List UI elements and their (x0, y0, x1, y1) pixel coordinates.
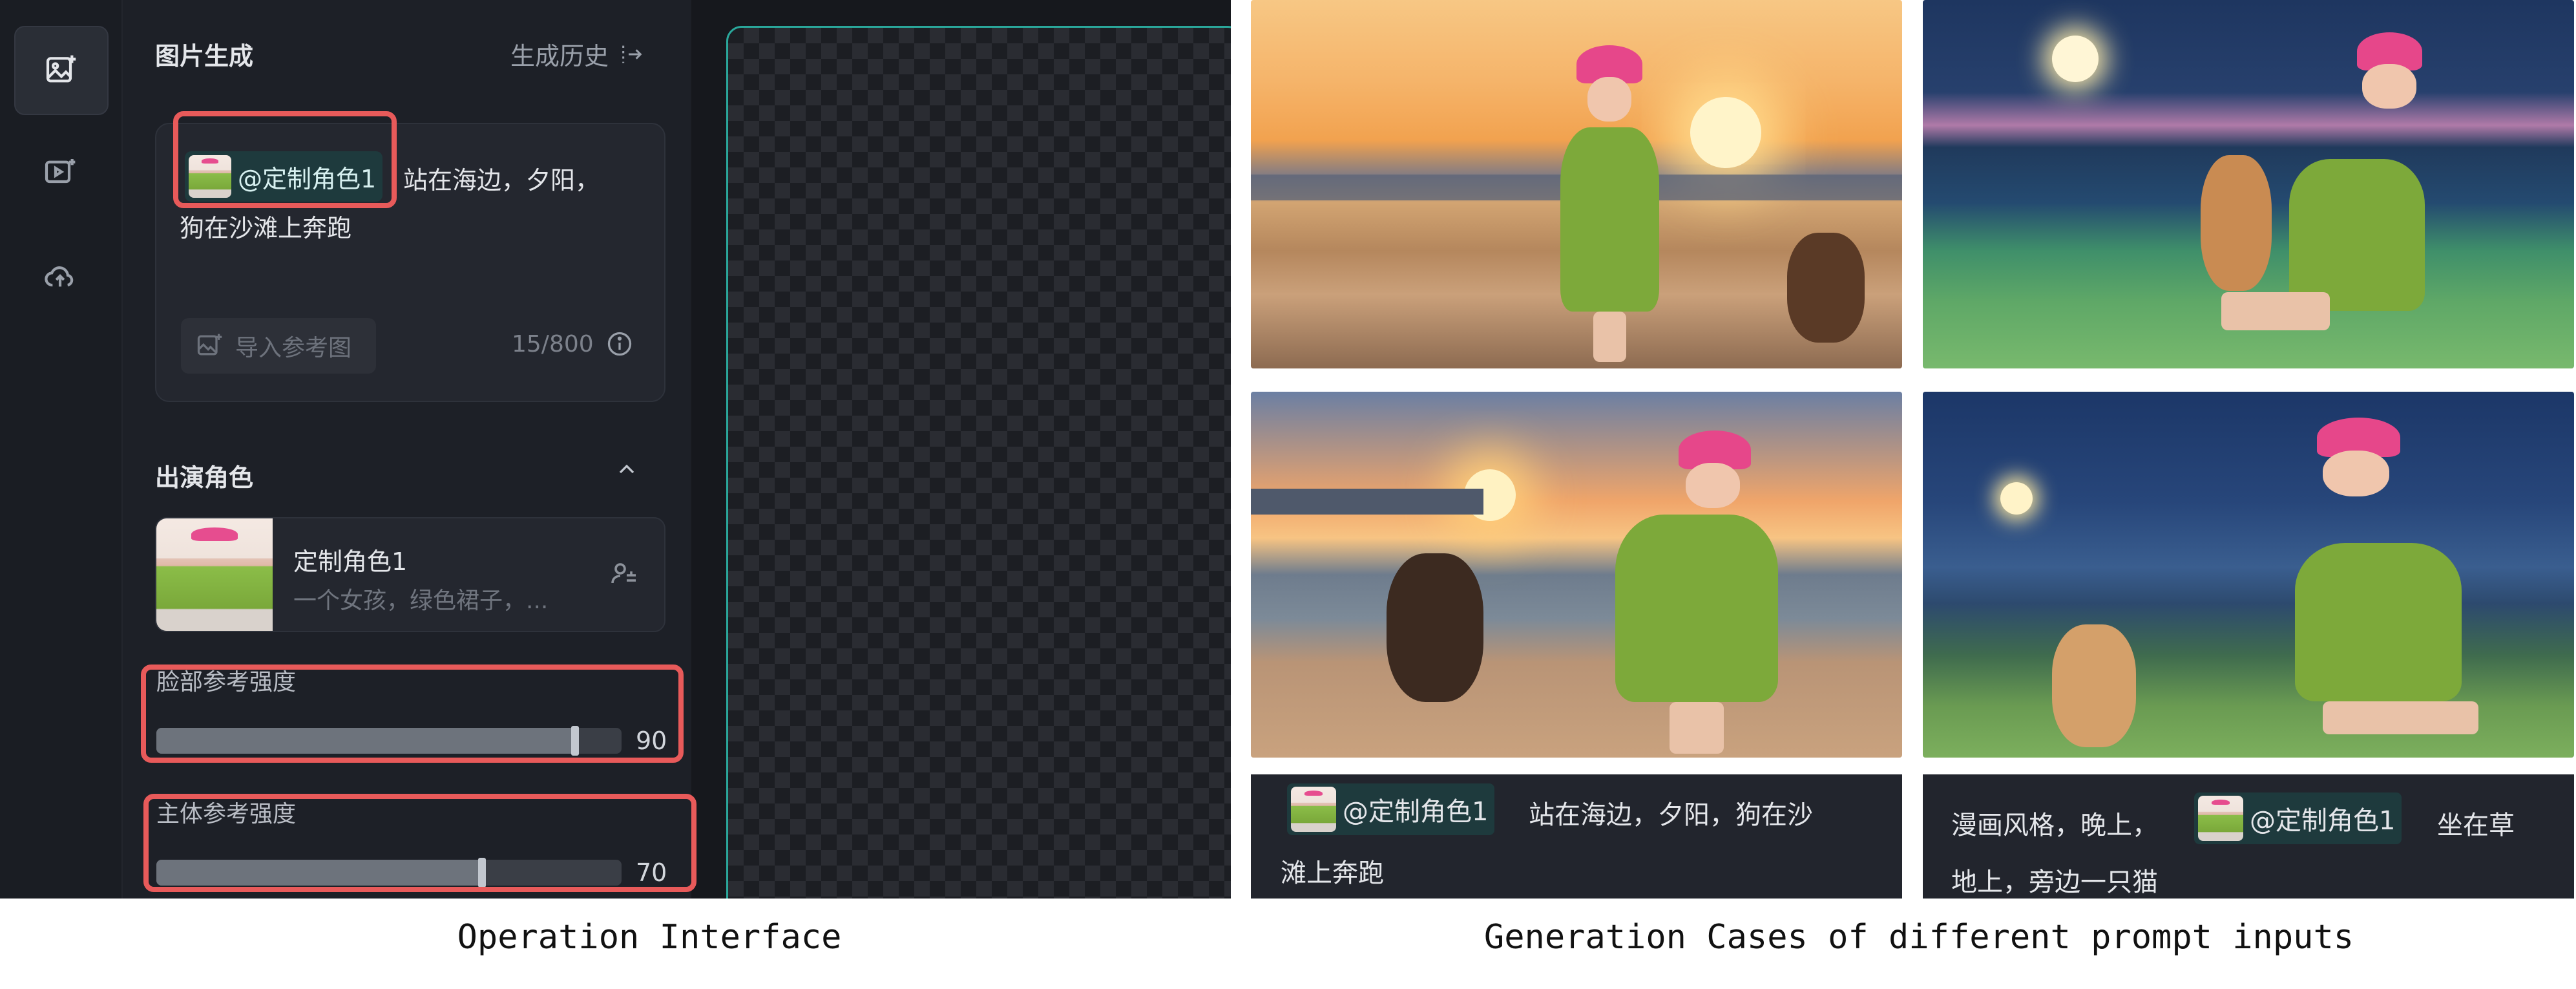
char-counter: 15/800 (512, 330, 634, 358)
character-name: 定制角色1 (293, 548, 408, 576)
prompt-caption-left: @定制角色1 站在海边，夕阳，狗在沙 滩上奔跑 (1251, 774, 1902, 899)
case-image-sunset-1 (1251, 0, 1902, 368)
panel-title: 图片生成 (155, 42, 254, 70)
mention-label: @定制角色1 (1343, 797, 1489, 827)
history-label: 生成历史 (510, 42, 609, 70)
divider (1231, 0, 1250, 899)
distant-hills (1251, 489, 1483, 515)
image-add-icon (197, 334, 222, 356)
sun (1690, 97, 1761, 168)
girl-figure (1606, 431, 1787, 754)
highlight-face-slider (141, 665, 684, 763)
highlight-subject-slider (143, 794, 696, 892)
import-label: 导入参考图 (235, 335, 352, 361)
operation-interface: 图片生成 生成历史 @定制角色1 站在海边，夕阳， 狗在沙滩上奔跑 导入参考图 … (0, 0, 1231, 899)
caption-operation-interface: Operation Interface (457, 918, 842, 957)
mention-label: @定制角色1 (2250, 806, 2396, 836)
character-mention-chip: @定制角色1 (1287, 783, 1495, 835)
highlight-mention (173, 111, 397, 208)
caption-line2: 地上，旁边一只猫 (1951, 867, 2158, 897)
caption-line1: 站在海边，夕阳，狗在沙 (1529, 800, 1813, 830)
caption-suffix: 坐在草 (2437, 811, 2515, 840)
cat (2201, 155, 2272, 291)
character-mention-chip: @定制角色1 (2194, 792, 2402, 844)
character-settings-icon[interactable] (609, 558, 640, 592)
case-image-night-1 (1923, 0, 2574, 368)
info-icon[interactable] (605, 330, 634, 358)
character-thumbnail (156, 518, 273, 631)
chevron-up-icon[interactable] (614, 456, 640, 485)
image-canvas[interactable] (726, 26, 1231, 899)
rail-cloud-upload[interactable] (14, 233, 106, 319)
rail-image-generate[interactable] (14, 26, 109, 115)
character-card[interactable]: 定制角色1 一个女孩，绿色裙子，... (155, 517, 665, 632)
exit-arrow-icon (622, 45, 642, 63)
caption-line2: 滩上奔跑 (1281, 858, 1384, 888)
cat (2052, 624, 2136, 747)
prompt-text-line1: 站在海边，夕阳， (403, 166, 600, 195)
cloud-upload-icon (45, 266, 74, 287)
moon (2052, 36, 2099, 82)
prompt-caption-right: 漫画风格，晚上， @定制角色1 坐在草 地上，旁边一只猫 (1923, 774, 2574, 899)
case-image-sunset-2 (1251, 392, 1902, 758)
character-avatar (2198, 796, 2243, 841)
cast-section-title: 出演角色 (155, 463, 254, 492)
video-generate-icon (45, 159, 76, 184)
caption-prefix: 漫画风格，晚上， (1951, 811, 2158, 840)
moon (2000, 482, 2033, 515)
dog (1787, 233, 1865, 343)
rail-video-generate[interactable] (14, 129, 106, 216)
image-generate-icon (46, 55, 76, 83)
left-rail (0, 0, 123, 899)
char-count: 15/800 (512, 330, 594, 357)
prompt-text-line2: 狗在沙滩上奔跑 (180, 214, 352, 242)
girl-figure (1555, 45, 1664, 362)
character-description: 一个女孩，绿色裙子，... (293, 588, 549, 614)
import-reference-button[interactable]: 导入参考图 (181, 318, 376, 374)
girl-figure (2239, 418, 2517, 747)
case-image-night-2 (1923, 392, 2574, 758)
character-avatar (1291, 787, 1336, 832)
history-button[interactable]: 生成历史 (510, 36, 645, 72)
caption-generation-cases: Generation Cases of different prompt inp… (1483, 918, 2354, 957)
dog (1387, 553, 1483, 702)
